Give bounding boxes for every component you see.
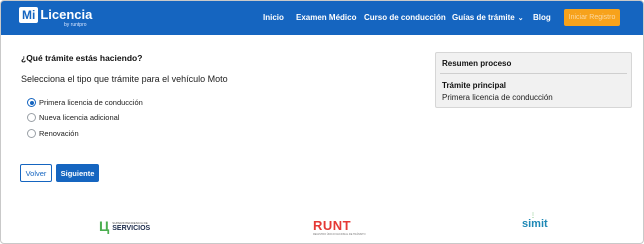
- runt-text: RUNT: [313, 218, 352, 233]
- nav-blog[interactable]: Blog: [533, 13, 551, 22]
- simit-text: simit: [522, 218, 548, 230]
- option-primera-licencia[interactable]: Primera licencia de conducción: [27, 98, 143, 107]
- login-button[interactable]: Iniciar Registro: [564, 9, 620, 26]
- back-button[interactable]: Volver: [20, 164, 52, 182]
- nav-inicio[interactable]: Inicio: [263, 13, 284, 22]
- summary-card: Resumen proceso Trámite principal Primer…: [435, 52, 632, 108]
- runt-subtitle: REGISTRO ÚNICO NACIONAL DE TRÁNSITO: [313, 233, 366, 236]
- nav-curso-conduccion[interactable]: Curso de conducción: [364, 13, 446, 22]
- instruction-text: Selecciona el tipo que trámite para el v…: [21, 74, 228, 84]
- logo-subtitle: by runtpro: [64, 22, 87, 28]
- superservicios-mark-icon: Ц: [99, 218, 110, 234]
- option-renovacion[interactable]: Renovación: [27, 129, 79, 138]
- radio-selected-icon[interactable]: [27, 98, 36, 107]
- browser-frame: Mi Licencia by runtpro Inicio Examen Méd…: [0, 0, 644, 244]
- logo-mi: Mi: [19, 7, 39, 23]
- question-title: ¿Qué trámite estás haciendo?: [21, 53, 143, 63]
- option-label: Renovación: [39, 129, 79, 138]
- superservicios-logo: Ц SUPERINTENDENCIA DE SERVICIOS: [99, 219, 150, 233]
- site-logo[interactable]: Mi Licencia by runtpro: [19, 7, 92, 29]
- next-button[interactable]: Siguiente: [56, 164, 99, 182]
- summary-title: Resumen proceso: [442, 59, 512, 68]
- chevron-down-icon: ⌄: [517, 15, 524, 22]
- logo-text: Licencia: [40, 7, 93, 22]
- summary-label: Trámite principal: [442, 81, 507, 90]
- superservicios-text: SERVICIOS: [112, 225, 151, 232]
- top-navbar: Mi Licencia by runtpro Inicio Examen Méd…: [1, 1, 643, 35]
- summary-value: Primera licencia de conducción: [442, 93, 553, 102]
- radio-icon[interactable]: [27, 129, 36, 138]
- radio-icon[interactable]: [27, 113, 36, 122]
- nav-examen-medico[interactable]: Examen Médico: [296, 13, 356, 22]
- option-label: Nueva licencia adicional: [39, 113, 120, 122]
- runt-logo: RUNT REGISTRO ÚNICO NACIONAL DE TRÁNSITO: [313, 218, 366, 236]
- summary-divider: [440, 73, 627, 74]
- nav-guias-label: Guías de trámite: [452, 13, 515, 22]
- simit-dots-icon: ⋮: [530, 213, 536, 219]
- simit-logo: ⋮ simit: [522, 213, 548, 231]
- nav-guias-tramite[interactable]: Guías de trámite ⌄: [452, 13, 524, 22]
- option-label: Primera licencia de conducción: [39, 98, 143, 107]
- option-nueva-licencia[interactable]: Nueva licencia adicional: [27, 113, 119, 122]
